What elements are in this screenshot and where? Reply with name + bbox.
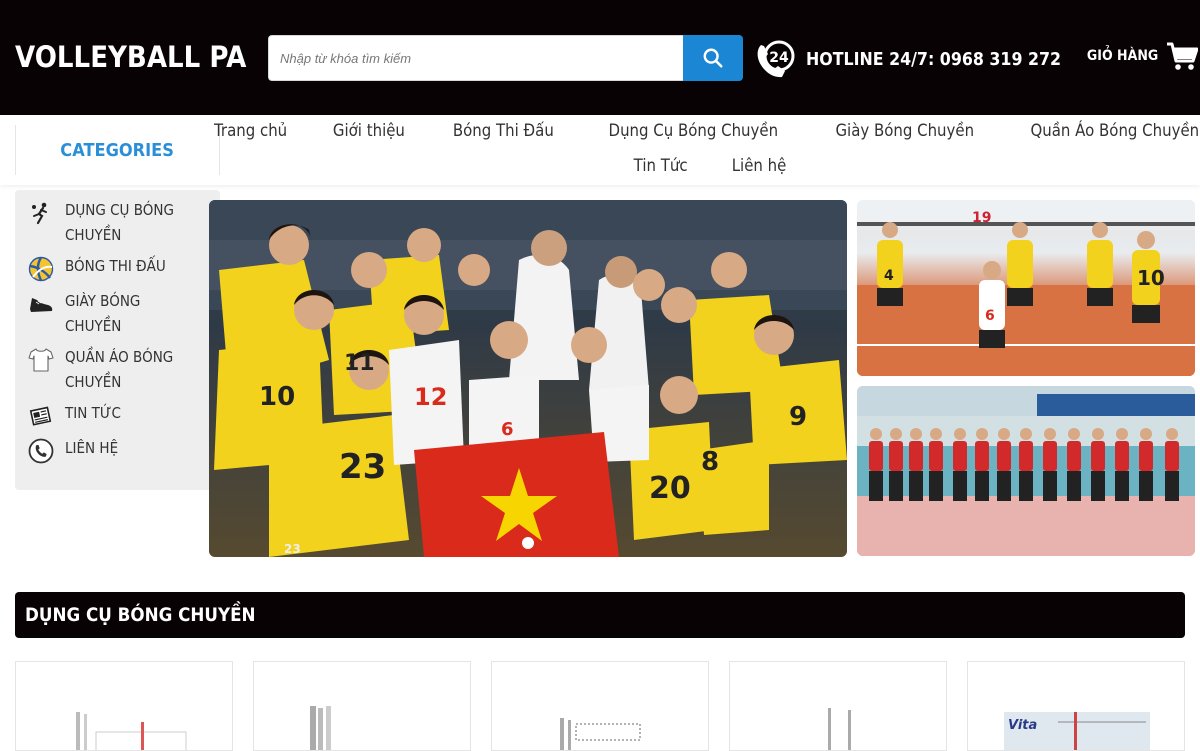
cart-link[interactable]: GIỎ HÀNG <box>1079 40 1199 72</box>
jersey-number: 11 <box>344 351 375 376</box>
product-grid: Vita <box>15 661 1185 751</box>
sidebar-item-label: Liên hệ <box>65 439 119 457</box>
phone-icon <box>27 437 55 465</box>
slider-dot-active[interactable] <box>522 537 534 549</box>
product-image-pole <box>310 706 331 750</box>
sidebar-item-label: Dụng cụ bóng chuyền <box>65 201 174 244</box>
search-input[interactable] <box>268 35 683 81</box>
nav-equipment[interactable]: Dụng Cụ Bóng Chuyền <box>608 121 778 141</box>
banner-thumb-lineup[interactable] <box>857 386 1195 556</box>
team-celebration-photo: 10 23 11 12 6 20 8 9 23 <box>209 200 847 557</box>
jersey-number: 9 <box>789 402 807 432</box>
cart-label: GIỎ HÀNG <box>1086 48 1159 64</box>
product-image-poles <box>828 708 851 750</box>
nav-match-balls[interactable]: Bóng Thi Đấu <box>453 121 554 141</box>
nav-news[interactable]: Tin Tức <box>634 156 688 176</box>
categories-label: CATEGORIES <box>60 139 175 161</box>
jersey-number: 10 <box>259 382 295 412</box>
product-image-vita-net: Vita <box>1004 712 1150 750</box>
categories-toggle[interactable]: CATEGORIES <box>15 125 220 175</box>
jersey-number: 6 <box>985 308 995 324</box>
jersey-number: 10 <box>1137 266 1165 290</box>
jersey-number: 4 <box>884 268 894 284</box>
shoe-icon <box>27 290 55 318</box>
sidebar-item-shoes[interactable]: Giày bóng chuyền <box>15 289 220 339</box>
main-nav: CATEGORIES Trang chủ Giới thiệu Bóng Thi… <box>0 115 1200 185</box>
jersey-number: 6 <box>501 419 514 440</box>
volleyball-player-icon <box>27 199 55 227</box>
jersey-number: 8 <box>701 447 719 477</box>
jersey-number: 23 <box>339 447 386 487</box>
shirt-icon <box>27 346 55 374</box>
hero-banner-image[interactable]: 10 23 11 12 6 20 8 9 23 <box>209 200 847 557</box>
product-card[interactable] <box>253 661 471 751</box>
phone-24-icon: 24 <box>757 40 795 78</box>
banner-thumb-match[interactable]: 4 6 10 19 <box>857 200 1195 376</box>
sidebar-item-label: Giày bóng chuyền <box>65 292 141 335</box>
search-icon <box>703 48 723 68</box>
hotline-text: HOTLINE 24/7: 0968 319 272 <box>806 48 1062 70</box>
product-card[interactable]: Vita <box>967 661 1185 751</box>
sidebar-item-clothing[interactable]: Quần áo bóng chuyền <box>15 345 220 395</box>
search-bar <box>268 35 743 81</box>
jersey-number: 23 <box>284 542 301 556</box>
search-button[interactable] <box>683 35 743 81</box>
sidebar-item-equipment[interactable]: Dụng cụ bóng chuyền <box>15 198 220 248</box>
svg-text:24: 24 <box>769 50 789 66</box>
site-logo[interactable]: VOLLEYBALL PA <box>15 40 246 74</box>
product-image-net <box>560 718 641 750</box>
sidebar-item-contact[interactable]: Liên hệ <box>15 436 220 465</box>
jersey-number: 20 <box>649 471 691 506</box>
jersey-number: 19 <box>972 210 991 226</box>
sidebar-item-match-balls[interactable]: Bóng thi đấu <box>15 254 220 283</box>
product-card[interactable] <box>729 661 947 751</box>
product-image-net-post <box>76 712 187 750</box>
nav-contact[interactable]: Liên hệ <box>731 156 786 176</box>
newspaper-icon <box>27 402 55 430</box>
category-sidebar: Dụng cụ bóng chuyền Bóng thi đấu Giày bó… <box>15 190 220 490</box>
jersey-number: 12 <box>414 383 447 411</box>
sidebar-item-label: Tin tức <box>65 404 121 422</box>
top-header: VOLLEYBALL PA 24 HOTLINE 24/7: 0968 319 … <box>0 0 1200 115</box>
product-card[interactable] <box>491 661 709 751</box>
nav-about[interactable]: Giới thiệu <box>333 121 405 141</box>
sidebar-item-label: Bóng thi đấu <box>65 257 166 275</box>
sidebar-item-label: Quần áo bóng chuyền <box>65 348 174 391</box>
match-action-photo: 4 6 10 19 <box>857 200 1195 376</box>
section-title: DỤNG CỤ BÓNG CHUYỀN <box>25 604 256 626</box>
volleyball-icon <box>27 255 55 283</box>
sidebar-item-news[interactable]: Tin tức <box>15 401 220 430</box>
product-brand: Vita <box>1008 718 1037 733</box>
menu-row-1: Trang chủ Giới thiệu Bóng Thi Đấu Dụng C… <box>214 121 1200 141</box>
nav-home[interactable]: Trang chủ <box>214 121 287 141</box>
hotline[interactable]: 24 HOTLINE 24/7: 0968 319 272 <box>752 37 1096 81</box>
menu-row-2: Tin Tức Liên hệ <box>220 156 1200 176</box>
team-lineup-photo <box>857 386 1195 556</box>
product-card[interactable] <box>15 661 233 751</box>
nav-shoes[interactable]: Giày Bóng Chuyền <box>835 121 974 141</box>
cart-icon <box>1167 42 1199 70</box>
section-title-bar: DỤNG CỤ BÓNG CHUYỀN <box>15 592 1185 638</box>
nav-clothing[interactable]: Quần Áo Bóng Chuyền <box>1031 121 1200 141</box>
